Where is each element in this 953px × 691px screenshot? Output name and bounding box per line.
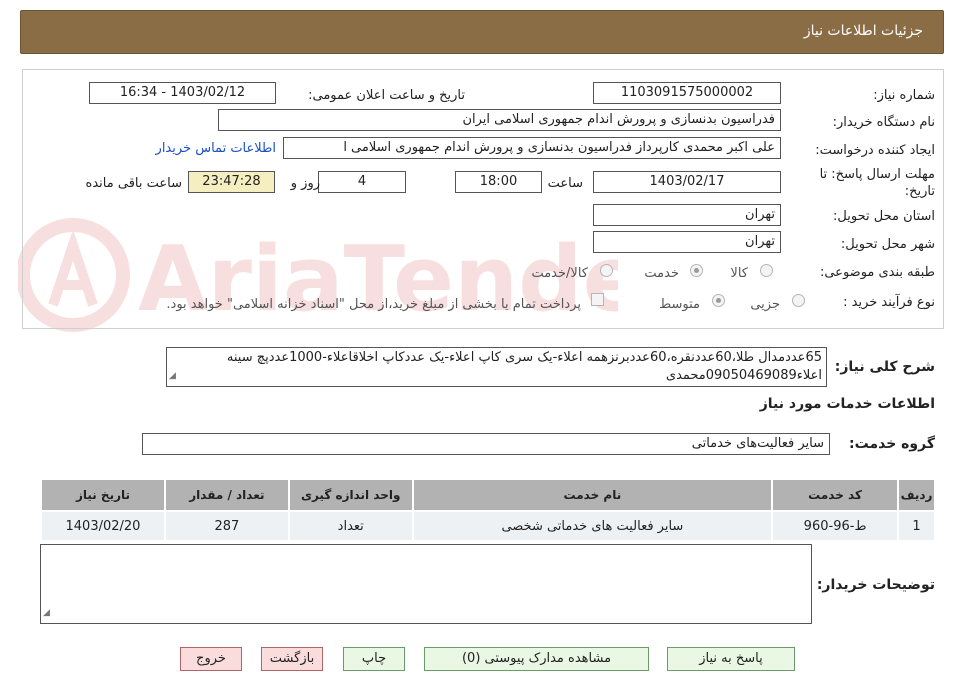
- remaining-label: ساعت باقی مانده: [85, 176, 182, 191]
- category-radio-service[interactable]: [690, 264, 703, 277]
- buyer-notes-label: توضیحات خریدار:: [816, 577, 935, 593]
- process-radio-minor[interactable]: [792, 294, 805, 307]
- time-label: ساعت: [547, 176, 583, 191]
- description-text: 65عددمدال طلا،60عددنقره،60عددبرنزهمه اعل…: [226, 350, 822, 383]
- resize-grip-icon[interactable]: ◢: [43, 604, 50, 622]
- resize-grip-icon[interactable]: ◢: [169, 367, 176, 385]
- process-label: نوع فرآیند خرید :: [843, 295, 935, 310]
- days-label: روز و: [290, 176, 320, 191]
- category-radio-both[interactable]: [600, 264, 613, 277]
- deadline-label-date: تاریخ:: [904, 184, 935, 199]
- category-option-service: خدمت: [644, 266, 679, 281]
- table-row: 1 ط-96-960 سایر فعالیت های خدماتی شخصی ت…: [40, 510, 936, 542]
- city-label: شهر محل تحویل:: [840, 237, 935, 252]
- category-option-goods: کالا: [730, 266, 748, 281]
- services-table: ردیف کد خدمت نام خدمت واحد اندازه گیری ت…: [40, 478, 936, 542]
- category-label: طبقه بندی موضوعی:: [819, 265, 935, 280]
- creator-field: علی اکبر محمدی کارپرداز فدراسیون بدنسازی…: [283, 137, 781, 159]
- column-header-service-code: کد خدمت: [771, 478, 900, 512]
- remaining-time-field: 23:47:28: [188, 171, 275, 193]
- buyer-field: فدراسیون بدنسازی و پرورش اندام جمهوری اس…: [218, 109, 781, 131]
- column-header-need-date: تاریخ نیاز: [40, 478, 166, 512]
- province-label: استان محل تحویل:: [833, 209, 935, 224]
- days-field: 4: [318, 171, 406, 193]
- cell-row-number: 1: [897, 510, 936, 542]
- column-header-row-number: ردیف: [897, 478, 936, 512]
- buyer-notes-textarea: ◢: [40, 544, 812, 624]
- cell-service-code: ط-96-960: [771, 510, 900, 542]
- creator-label: ایجاد کننده درخواست:: [815, 143, 935, 158]
- deadline-label: مهلت ارسال پاسخ: تا: [819, 167, 935, 182]
- cell-unit: تعداد: [287, 510, 414, 542]
- reply-button[interactable]: پاسخ به نیاز: [667, 647, 795, 671]
- column-header-unit: واحد اندازه گیری: [287, 478, 414, 512]
- service-group-label: گروه خدمت:: [849, 436, 935, 452]
- process-radio-medium[interactable]: [712, 294, 725, 307]
- cell-service-name: سایر فعالیت های خدماتی شخصی: [411, 510, 774, 542]
- treasury-payment-note: پرداخت تمام یا بخشی از مبلغ خرید،از محل …: [166, 297, 581, 312]
- category-radio-goods[interactable]: [760, 264, 773, 277]
- cell-quantity: 287: [163, 510, 290, 542]
- buyer-contact-link[interactable]: اطلاعات تماس خریدار: [156, 141, 276, 156]
- column-header-quantity: تعداد / مقدار: [163, 478, 290, 512]
- need-number-field: 1103091575000002: [593, 82, 781, 104]
- need-number-label: شماره نیاز:: [873, 88, 935, 103]
- description-textarea: 65عددمدال طلا،60عددنقره،60عددبرنزهمه اعل…: [166, 347, 827, 387]
- cell-need-date: 1403/02/20: [40, 510, 166, 542]
- deadline-time-field: 18:00: [455, 171, 542, 193]
- services-section-title: اطلاعات خدمات مورد نیاز: [759, 396, 935, 412]
- page-title: جزئیات اطلاعات نیاز: [803, 23, 923, 39]
- page-header: جزئیات اطلاعات نیاز: [20, 10, 944, 54]
- treasury-payment-checkbox[interactable]: [591, 293, 604, 306]
- table-header-row: ردیف کد خدمت نام خدمت واحد اندازه گیری ت…: [40, 478, 936, 512]
- attachments-button[interactable]: مشاهده مدارک پیوستی (0): [424, 647, 649, 671]
- category-option-both: کالا/خدمت: [531, 266, 588, 281]
- exit-button[interactable]: خروج: [180, 647, 242, 671]
- province-field: تهران: [593, 204, 781, 226]
- process-option-medium: متوسط: [659, 297, 700, 312]
- buyer-label: نام دستگاه خریدار:: [832, 115, 935, 130]
- description-label: شرح کلی نیاز:: [834, 359, 935, 375]
- details-panel: [22, 69, 944, 329]
- announce-label: تاریخ و ساعت اعلان عمومی:: [308, 88, 465, 103]
- service-group-field: سایر فعالیت‌های خدماتی: [142, 433, 830, 455]
- back-button[interactable]: بازگشت: [261, 647, 323, 671]
- announce-field: 1403/02/12 - 16:34: [89, 82, 276, 104]
- print-button[interactable]: چاپ: [343, 647, 405, 671]
- city-field: تهران: [593, 231, 781, 253]
- column-header-service-name: نام خدمت: [411, 478, 774, 512]
- deadline-date-field: 1403/02/17: [593, 171, 781, 193]
- process-option-minor: جزیی: [750, 297, 780, 312]
